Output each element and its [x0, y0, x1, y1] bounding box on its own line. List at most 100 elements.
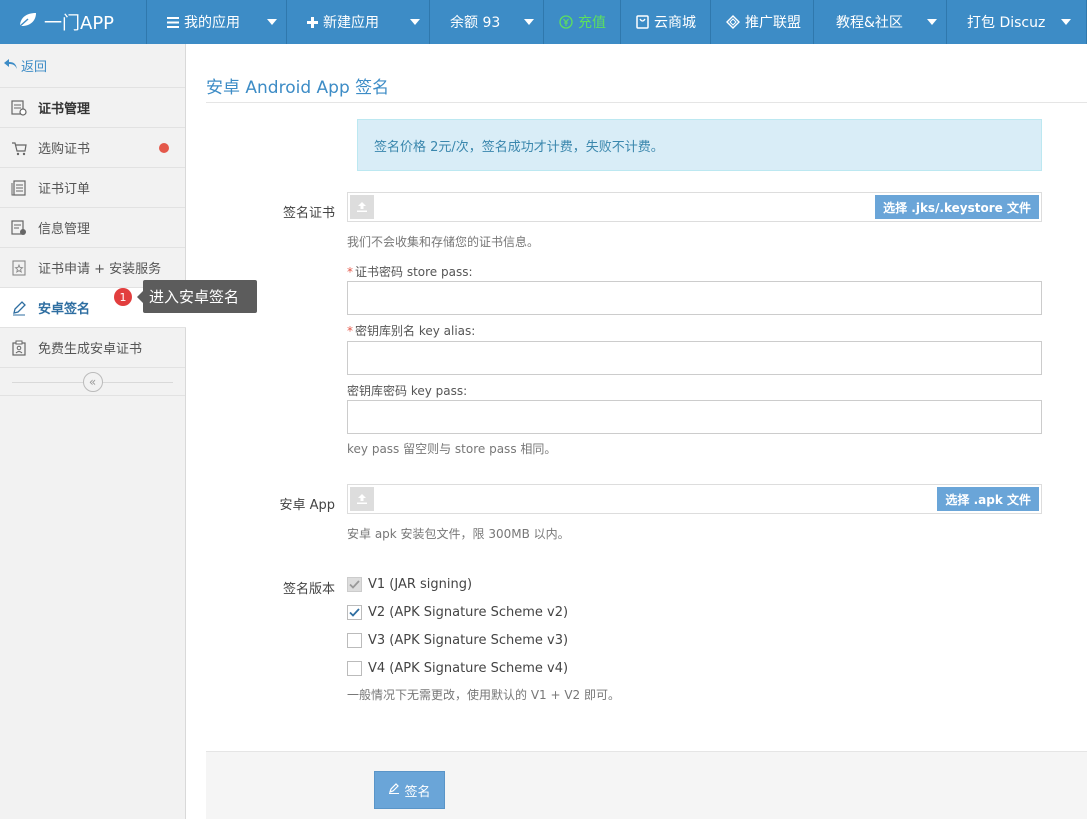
- nav-pack-discuz-dropdown[interactable]: [1052, 0, 1080, 44]
- nav-new-app[interactable]: 新建应用: [287, 0, 430, 44]
- tooltip-android-sign: 进入安卓签名: [137, 280, 257, 313]
- page-title: 安卓 Android App 签名: [206, 78, 390, 98]
- nav-balance[interactable]: 余额 93: [430, 0, 544, 44]
- title-divider: [206, 102, 1087, 103]
- brand-logo[interactable]: 一门APP: [0, 0, 147, 44]
- sidebar-item-label: 免费生成安卓证书: [38, 342, 143, 357]
- key-alias-label-text: 密钥库别名 key alias:: [355, 324, 476, 338]
- upload-icon: [350, 195, 374, 219]
- shop-icon: [636, 15, 649, 29]
- nav-tutorial-community-label: 教程&社区: [836, 15, 903, 31]
- cert-label: 签名证书: [282, 206, 335, 221]
- choose-keystore-button[interactable]: 选择 .jks/.keystore 文件: [875, 195, 1039, 219]
- nav-recharge-label: 充值: [578, 15, 606, 31]
- leaf-icon: [18, 12, 44, 33]
- caret-down-icon: [1061, 19, 1071, 25]
- v1-checkbox[interactable]: [347, 577, 362, 592]
- nav-my-apps-label: 我的应用: [184, 15, 240, 31]
- required-mark: *: [347, 265, 353, 279]
- key-pass-label: 密钥库密码 key pass:: [347, 384, 468, 398]
- v2-label: V2 (APK Signature Scheme v2): [368, 605, 569, 620]
- nav-my-apps[interactable]: 我的应用: [147, 0, 287, 44]
- sidebar-item-info-management[interactable]: 信息管理: [0, 208, 185, 248]
- nav-pack-discuz[interactable]: 打包 Discuz: [947, 0, 1087, 44]
- app-label: 安卓 App: [279, 498, 335, 513]
- nav-tutorial-dropdown[interactable]: [918, 0, 946, 44]
- sidebar-item-buy-cert[interactable]: 选购证书: [0, 128, 185, 168]
- v3-label: V3 (APK Signature Scheme v3): [368, 633, 569, 648]
- app-help: 安卓 apk 安装包文件，限 300MB 以内。: [347, 527, 570, 541]
- info-doc-icon: [10, 219, 28, 237]
- nav-cloud-shop-label: 云商城: [654, 15, 696, 31]
- nav-new-app-label: 新建应用: [323, 15, 379, 31]
- apk-file-input[interactable]: 选择 .apk 文件: [347, 484, 1042, 514]
- certificate-icon: [10, 99, 28, 117]
- notification-dot: [159, 143, 169, 153]
- cert-file-input[interactable]: 选择 .jks/.keystore 文件: [347, 192, 1042, 222]
- sidebar-item-free-android-cert[interactable]: 免费生成安卓证书: [0, 328, 185, 368]
- nav-tutorial-community[interactable]: 教程&社区: [814, 0, 947, 44]
- caret-down-icon: [267, 19, 277, 25]
- cart-icon: [10, 139, 28, 157]
- nav-pack-discuz-label: 打包 Discuz: [967, 15, 1046, 31]
- caret-down-icon: [410, 19, 420, 25]
- version-v1-option[interactable]: V1 (JAR signing): [347, 577, 472, 592]
- sidebar-item-cert-orders[interactable]: 证书订单: [0, 168, 185, 208]
- version-v4-option[interactable]: V4 (APK Signature Scheme v4): [347, 661, 568, 676]
- document-list-icon: [10, 179, 28, 197]
- key-pass-help: key pass 留空则与 store pass 相同。: [347, 442, 557, 456]
- sidebar-item-label: 选购证书: [38, 142, 91, 157]
- sidebar: 返回 证书管理 选购证书 证书订单 信息管理 证书申请 + 安装服务 安卓签名 …: [0, 44, 186, 819]
- upload-icon: [350, 487, 374, 511]
- top-navbar: 一门APP 我的应用 新建应用 余额 93 充值 云商城 推广联盟 教程&社区 …: [0, 0, 1087, 44]
- nav-my-apps-dropdown[interactable]: [258, 0, 286, 44]
- pen-icon: [388, 782, 404, 798]
- sidebar-item-label: 证书管理: [38, 102, 91, 117]
- diamond-icon: [726, 15, 740, 29]
- star-doc-icon: [10, 259, 28, 277]
- plus-icon: [307, 16, 318, 28]
- yen-icon: [559, 15, 573, 29]
- collapse-sidebar-icon[interactable]: «: [82, 371, 103, 392]
- sidebar-item-label: 安卓签名: [38, 302, 91, 317]
- sidebar-item-label: 证书订单: [38, 182, 91, 197]
- back-label: 返回: [21, 60, 48, 75]
- list-icon: [167, 16, 179, 28]
- nav-cloud-shop[interactable]: 云商城: [621, 0, 711, 44]
- version-v2-option[interactable]: V2 (APK Signature Scheme v2): [347, 605, 568, 620]
- price-notice: 签名价格 2元/次，签名成功才计费，失败不计费。: [357, 119, 1042, 171]
- sidebar-item-label: 证书申请 + 安装服务: [38, 262, 162, 277]
- brand-name: 一门APP: [44, 13, 115, 34]
- sign-button[interactable]: 签名: [374, 771, 445, 809]
- step-badge: 1: [114, 288, 132, 306]
- v4-checkbox[interactable]: [347, 661, 362, 676]
- version-label: 签名版本: [282, 582, 335, 597]
- pen-icon: [10, 299, 28, 317]
- reply-arrow-icon: [4, 58, 21, 74]
- v3-checkbox[interactable]: [347, 633, 362, 648]
- choose-apk-button[interactable]: 选择 .apk 文件: [937, 487, 1039, 511]
- form-actions-bar: [206, 751, 1087, 819]
- store-pass-label-text: 证书密码 store pass:: [355, 265, 473, 279]
- version-v3-option[interactable]: V3 (APK Signature Scheme v3): [347, 633, 568, 648]
- nav-affiliate[interactable]: 推广联盟: [711, 0, 814, 44]
- key-pass-input[interactable]: [347, 400, 1042, 434]
- v4-label: V4 (APK Signature Scheme v4): [368, 661, 569, 676]
- clipboard-icon: [10, 339, 28, 357]
- sign-button-label: 签名: [404, 784, 431, 800]
- version-help: 一般情况下无需更改，使用默认的 V1 + V2 即可。: [347, 688, 621, 702]
- key-alias-label: * 密钥库别名 key alias:: [347, 322, 475, 339]
- sidebar-item-label: 信息管理: [38, 222, 91, 237]
- back-link[interactable]: 返回: [0, 44, 185, 88]
- sidebar-item-cert-management[interactable]: 证书管理: [0, 88, 185, 128]
- nav-recharge[interactable]: 充值: [544, 0, 621, 44]
- required-mark: *: [347, 324, 353, 338]
- nav-new-app-dropdown[interactable]: [401, 0, 429, 44]
- key-alias-input[interactable]: [347, 341, 1042, 375]
- cert-help: 我们不会收集和存储您的证书信息。: [347, 235, 540, 249]
- v1-label: V1 (JAR signing): [368, 577, 473, 592]
- nav-balance-label: 余额 93: [450, 15, 501, 31]
- store-pass-input[interactable]: [347, 281, 1042, 315]
- v2-checkbox[interactable]: [347, 605, 362, 620]
- nav-balance-dropdown[interactable]: [515, 0, 543, 44]
